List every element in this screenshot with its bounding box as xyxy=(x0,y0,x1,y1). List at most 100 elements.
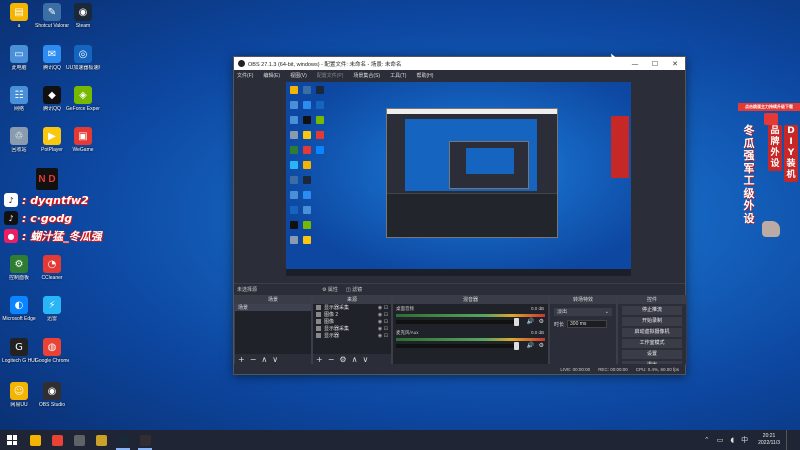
visibility-lock-icons[interactable]: ◉ ⊡ xyxy=(378,312,388,318)
desktop-icon[interactable]: ⚙ 控制面板 xyxy=(2,255,36,281)
menu-profile[interactable]: 配置文件(P) xyxy=(317,72,344,79)
duration-label: 时长 xyxy=(554,321,565,328)
speaker-icon[interactable]: 🔊 xyxy=(527,342,534,349)
desktop-icon-label: GeForce Experience xyxy=(66,106,100,112)
desktop-icon-label: Shotcut Valorant xyxy=(35,23,69,29)
visibility-lock-icons[interactable]: ◉ ⊡ xyxy=(378,319,388,325)
desktop-icon[interactable]: ♲ 回收站 xyxy=(2,127,36,153)
desktop-icon[interactable]: ⚡ 迅雷 xyxy=(35,296,69,322)
preview-icon xyxy=(303,131,311,139)
menu-file[interactable]: 文件(F) xyxy=(237,72,253,79)
source-down-button[interactable]: ∨ xyxy=(362,355,368,364)
add-scene-button[interactable]: + xyxy=(238,355,245,364)
menu-edit[interactable]: 编辑(E) xyxy=(263,72,280,79)
overlay-row-live: ● : 蝴汁猛_冬瓜强 xyxy=(4,228,102,244)
desktop-icon-label: Microsoft Edge xyxy=(2,316,36,322)
speaker-icon[interactable]: 🔊 xyxy=(527,318,534,325)
desktop-icon[interactable]: ✉ 腾讯QQ xyxy=(35,45,69,71)
source-item[interactable]: 图像 2 ◉ ⊡ xyxy=(313,311,391,318)
desktop-icon[interactable]: ◈ GeForce Experience xyxy=(66,86,100,112)
fader-knob[interactable] xyxy=(514,342,519,350)
desktop-icon[interactable]: ◉ Steam xyxy=(66,3,100,29)
remove-source-button[interactable]: − xyxy=(328,355,335,364)
mixer-dock: 混音器 桌面音频 0.0 dB 🔊 ⚙ 麦克风/Aux 0.0 dB 🔊 ⚙ xyxy=(392,295,549,365)
desktop-icon[interactable]: ▭ 此电脑 xyxy=(2,45,36,71)
chevron-up-icon[interactable]: ⌃ xyxy=(704,436,710,444)
start-virtual-camera-button[interactable]: 启动虚拟摄像机 xyxy=(622,328,682,337)
settings-button[interactable]: 设置 xyxy=(622,350,682,359)
desktop-icon[interactable]: ◎ UU加速器极速版 xyxy=(66,45,100,71)
desktop-icon[interactable]: ▣ WeGame xyxy=(66,127,100,153)
menu-help[interactable]: 帮助(H) xyxy=(416,72,433,79)
taskbar-app-app-4[interactable] xyxy=(90,430,112,450)
desktop-icon[interactable]: ◆ 腾讯QQ xyxy=(35,86,69,112)
taskbar-app-steam[interactable] xyxy=(112,430,134,450)
volume-fader[interactable] xyxy=(396,342,519,350)
input-method-icon[interactable]: 中 xyxy=(741,435,748,445)
show-desktop-button[interactable] xyxy=(786,430,796,450)
remove-scene-button[interactable]: − xyxy=(250,355,257,364)
app-icon: ◐ xyxy=(10,296,28,314)
source-item[interactable]: 显示器 ◉ ⊡ xyxy=(313,332,391,339)
desktop-icon[interactable]: ◍ Google Chrome xyxy=(35,338,69,364)
cpu-status: CPU: 0.4%, 60.00 fps xyxy=(635,366,679,372)
network-icon[interactable]: ▭ xyxy=(717,436,724,444)
douyin-icon: ♪ xyxy=(4,193,18,207)
transition-select[interactable]: 淡出 ⌄ xyxy=(554,308,612,316)
gear-icon[interactable]: ⚙ xyxy=(539,342,544,349)
volume-icon[interactable]: ◖ xyxy=(730,436,734,444)
volume-fader[interactable] xyxy=(396,318,519,326)
preview-icon xyxy=(303,236,311,244)
stop-streaming-button[interactable]: 停止推流 xyxy=(622,306,682,315)
visibility-lock-icons[interactable]: ◉ ⊡ xyxy=(378,326,388,332)
desktop-icon[interactable]: ◐ Microsoft Edge xyxy=(2,296,36,322)
steam-icon xyxy=(117,434,129,446)
desktop-icon[interactable]: ☺ 网易UU xyxy=(2,382,36,408)
source-settings-button[interactable]: ⚙ xyxy=(339,355,346,364)
scene-item[interactable]: 场景 xyxy=(235,304,311,311)
menu-tools[interactable]: 工具(T) xyxy=(390,72,406,79)
close-button[interactable]: ✕ xyxy=(665,60,685,68)
source-item[interactable]: 图像 ◉ ⊡ xyxy=(313,318,391,325)
source-item[interactable]: 显示器采集 ◉ ⊡ xyxy=(313,325,391,332)
source-item[interactable]: 显示器采集 ◉ ⊡ xyxy=(313,304,391,311)
move-up-button[interactable]: ∧ xyxy=(261,355,267,364)
clock[interactable]: 20:21 2022/11/3 xyxy=(758,433,780,447)
add-source-button[interactable]: + xyxy=(316,355,323,364)
source-up-button[interactable]: ∧ xyxy=(352,355,358,364)
studio-mode-button[interactable]: 工作室模式 xyxy=(622,339,682,348)
app-icon: ◉ xyxy=(43,382,61,400)
desktop-icon[interactable]: ▶ PotPlayer xyxy=(35,127,69,153)
desktop-icon[interactable]: ✎ Shotcut Valorant xyxy=(35,3,69,29)
fader-knob[interactable] xyxy=(514,318,519,326)
filters-button[interactable]: ◫ 滤镜 xyxy=(346,286,362,293)
taskbar-app-chrome[interactable] xyxy=(46,430,68,450)
live-status: LIVE: 00:00:00 xyxy=(560,366,591,372)
visibility-lock-icons[interactable]: ◉ ⊡ xyxy=(378,305,388,311)
menu-view[interactable]: 视图(V) xyxy=(290,72,307,79)
menu-scene-collection[interactable]: 场景集合(S) xyxy=(353,72,380,79)
taskbar-app-obs[interactable] xyxy=(134,430,156,450)
visibility-lock-icons[interactable]: ◉ ⊡ xyxy=(378,333,388,339)
desktop-icon-label: Logitech G HUB xyxy=(2,358,36,364)
streamer-overlay: N D ♪ : dyqntfw2 ♪ : c·godg ● : 蝴汁猛_冬瓜强 xyxy=(0,168,115,248)
maximize-button[interactable]: ☐ xyxy=(645,60,665,68)
duration-input[interactable]: 300 ms xyxy=(567,320,608,328)
desktop-icon[interactable]: ◔ CCleaner xyxy=(35,255,69,281)
start-button[interactable] xyxy=(0,430,24,450)
gear-icon[interactable]: ⚙ xyxy=(539,318,544,325)
properties-button[interactable]: ⚙ 属性 xyxy=(322,286,338,293)
obs-preview[interactable] xyxy=(286,82,631,276)
desktop-icon[interactable]: G Logitech G HUB xyxy=(2,338,36,364)
taskbar-app-app-3[interactable] xyxy=(68,430,90,450)
transition-duration: 时长 300 ms xyxy=(554,320,612,328)
desktop-icon[interactable]: ▤ a xyxy=(2,3,36,29)
overlay-tiktok-id: : c·godg xyxy=(22,211,73,225)
start-recording-button[interactable]: 开始录制 xyxy=(622,317,682,326)
desktop-icon[interactable]: ◉ OBS Studio xyxy=(35,382,69,408)
taskbar-app-file-explorer[interactable] xyxy=(24,430,46,450)
minimize-button[interactable]: — xyxy=(625,60,645,68)
move-down-button[interactable]: ∨ xyxy=(272,355,278,364)
obs-window[interactable]: OBS 27.1.3 (64-bit, windows) - 配置文件: 未命名… xyxy=(233,56,687,375)
desktop-icon[interactable]: ☷ 网络 xyxy=(2,86,36,112)
